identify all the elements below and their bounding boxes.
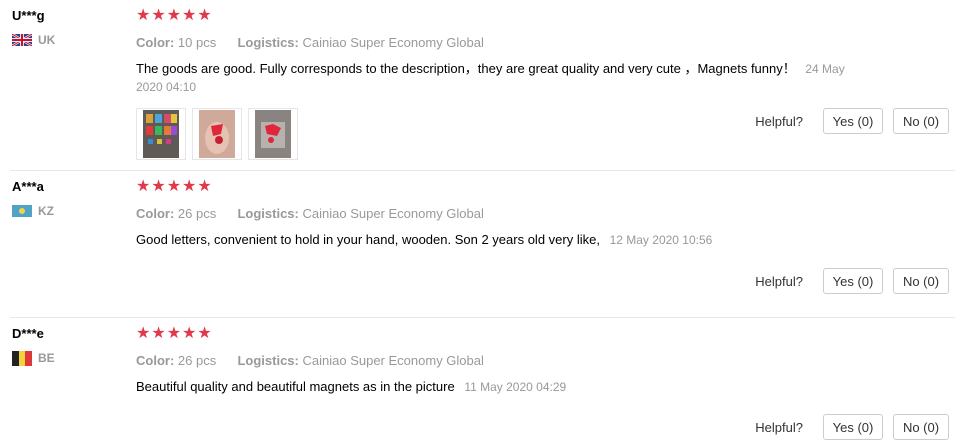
country-code: BE <box>38 351 55 365</box>
color-value: 26 pcs <box>177 353 217 368</box>
review-photo-thumbnail[interactable] <box>136 108 186 160</box>
reviewer-info: U***g UK <box>12 8 122 47</box>
review-photo-thumbnail[interactable] <box>192 108 242 160</box>
logistics-value: Cainiao Super Economy Global <box>302 35 484 50</box>
logistics-label: Logistics: <box>237 353 299 368</box>
review-text-block: Good letters, convenient to hold in your… <box>136 231 856 249</box>
helpful-yes-button[interactable]: Yes (0) <box>823 108 883 134</box>
review-text: Good letters, convenient to hold in your… <box>136 232 600 247</box>
reviewer-country: BE <box>12 350 122 366</box>
uk-flag-icon <box>12 34 32 46</box>
helpful-section: Helpful? Yes (0) No (0) <box>755 414 949 440</box>
review-item: D***e BE ★★★★★ Color: 26 pcs Logistics: … <box>0 318 970 446</box>
review-meta: Color: 26 pcs Logistics: Cainiao Super E… <box>136 206 936 222</box>
helpful-section: Helpful? Yes (0) No (0) <box>755 108 949 134</box>
review-meta: Color: 10 pcs Logistics: Cainiao Super E… <box>136 35 936 51</box>
star-rating: ★★★★★ <box>136 325 213 342</box>
helpful-label: Helpful? <box>755 419 803 435</box>
logistics-value: Cainiao Super Economy Global <box>302 353 484 368</box>
helpful-yes-button[interactable]: Yes (0) <box>823 268 883 294</box>
photo-image <box>255 110 291 158</box>
be-flag-icon <box>12 350 32 366</box>
reviewer-info: A***a KZ <box>12 179 122 218</box>
review-item: A***a KZ ★★★★★ Color: 26 pcs Logistics: … <box>0 171 970 318</box>
reviewer-name: U***g <box>12 8 45 23</box>
reviewer-info: D***e BE <box>12 326 122 366</box>
review-content: ★★★★★ Color: 26 pcs Logistics: Cainiao S… <box>136 324 936 396</box>
review-text-block: Beautiful quality and beautiful magnets … <box>136 378 856 396</box>
review-text: The goods are good. Fully corresponds to… <box>136 61 796 76</box>
reviewer-name: D***e <box>12 326 44 341</box>
helpful-label: Helpful? <box>755 273 803 289</box>
country-code: UK <box>38 33 56 47</box>
helpful-section: Helpful? Yes (0) No (0) <box>755 268 949 294</box>
logistics-label: Logistics: <box>237 206 299 221</box>
color-label: Color: <box>136 353 175 368</box>
helpful-no-button[interactable]: No (0) <box>893 108 949 134</box>
review-text-block: The goods are good. Fully corresponds to… <box>136 60 856 96</box>
reviewer-name: A***a <box>12 179 44 194</box>
review-date: 11 May 2020 04:29 <box>464 380 567 394</box>
review-content: ★★★★★ Color: 26 pcs Logistics: Cainiao S… <box>136 177 936 249</box>
reviewer-country: UK <box>12 33 122 47</box>
color-value: 26 pcs <box>177 206 217 221</box>
review-content: ★★★★★ Color: 10 pcs Logistics: Cainiao S… <box>136 6 936 160</box>
helpful-label: Helpful? <box>755 113 803 129</box>
logistics-value: Cainiao Super Economy Global <box>302 206 484 221</box>
color-label: Color: <box>136 206 175 221</box>
star-rating: ★★★★★ <box>136 178 213 195</box>
helpful-no-button[interactable]: No (0) <box>893 414 949 440</box>
review-text: Beautiful quality and beautiful magnets … <box>136 379 455 394</box>
photo-image <box>199 110 235 158</box>
color-label: Color: <box>136 35 175 50</box>
country-code: KZ <box>38 204 54 218</box>
helpful-no-button[interactable]: No (0) <box>893 268 949 294</box>
logistics-label: Logistics: <box>237 35 299 50</box>
review-photo-thumbnail[interactable] <box>248 108 298 160</box>
reviewer-country: KZ <box>12 204 122 218</box>
review-meta: Color: 26 pcs Logistics: Cainiao Super E… <box>136 353 936 369</box>
review-item: U***g UK ★★★★★ Color: 10 pcs Logistics: … <box>0 0 970 171</box>
review-date: 12 May 2020 10:56 <box>609 233 713 247</box>
color-value: 10 pcs <box>177 35 217 50</box>
kz-flag-icon <box>12 205 32 217</box>
helpful-yes-button[interactable]: Yes (0) <box>823 414 883 440</box>
star-rating: ★★★★★ <box>136 7 213 24</box>
photo-image <box>143 110 179 158</box>
